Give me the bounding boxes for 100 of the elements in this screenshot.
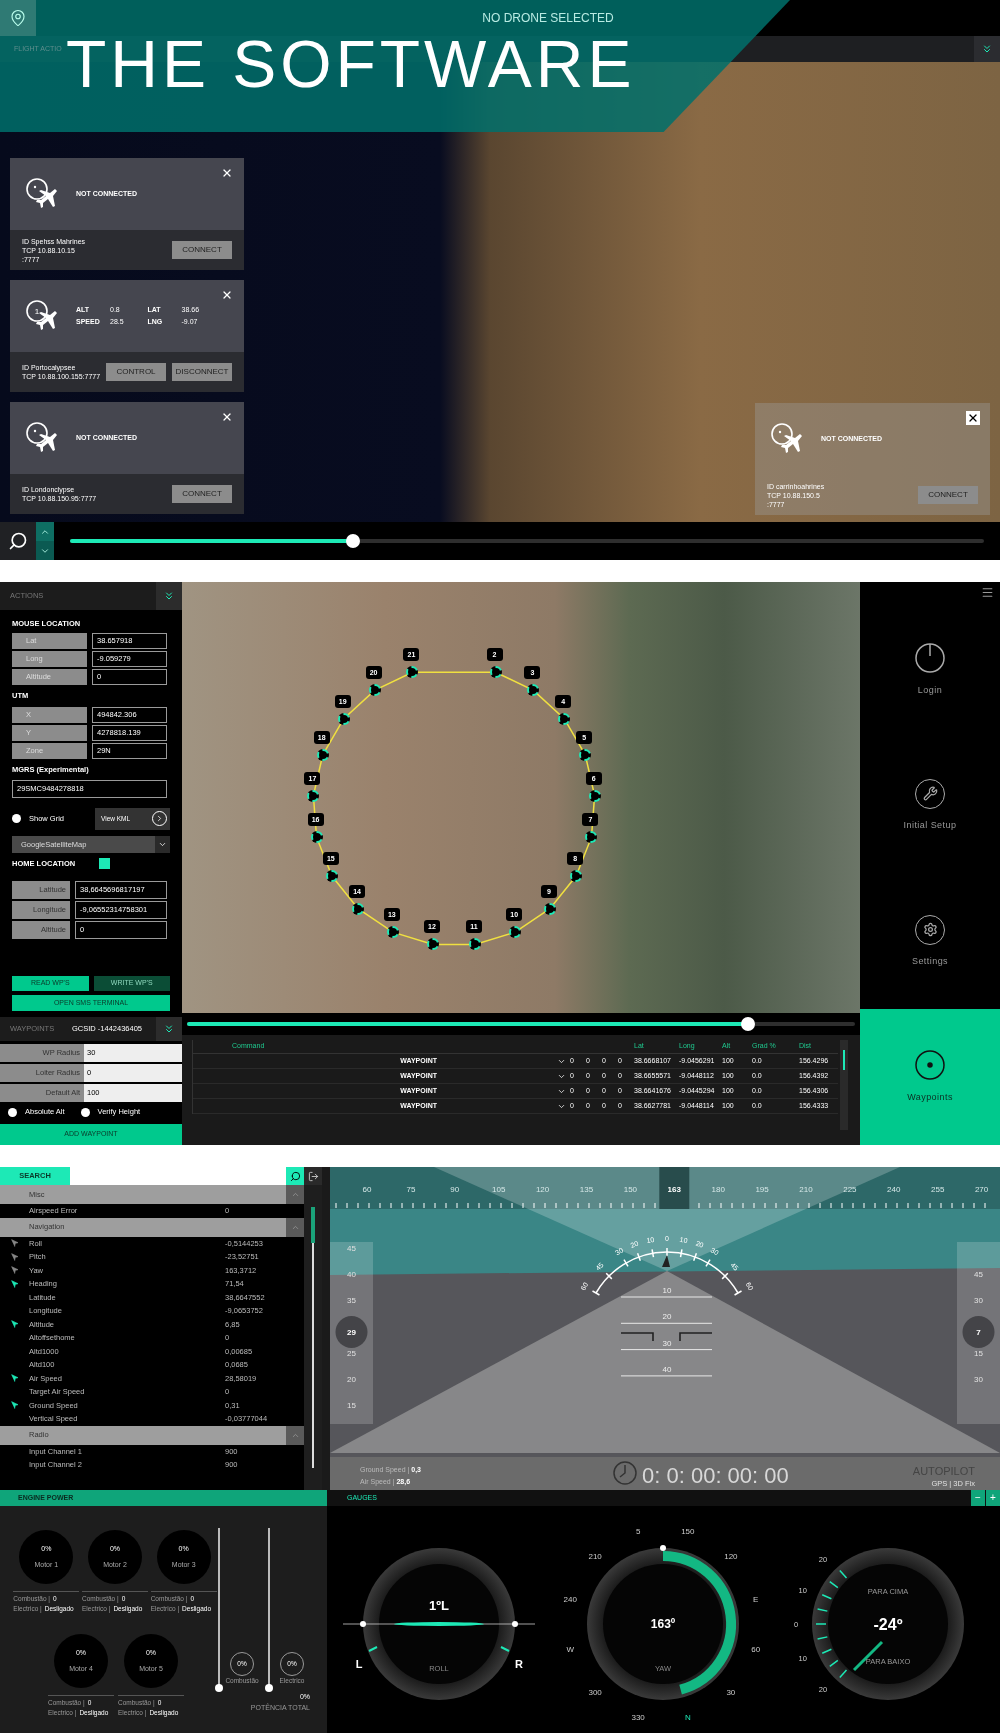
waypoint-marker-icon[interactable]: [579, 748, 592, 761]
gauge-side-label: R: [515, 1658, 524, 1670]
home-checkbox[interactable]: [99, 857, 111, 869]
heading-label: 120: [535, 1185, 550, 1194]
search-field[interactable]: [70, 1167, 286, 1185]
waypoint-marker-icon[interactable]: [509, 926, 522, 939]
compass-label: 150: [681, 1527, 695, 1537]
compass-label: 300: [588, 1687, 603, 1697]
radio-button[interactable]: [8, 1107, 17, 1117]
compass-label: 30: [726, 1687, 736, 1697]
waypoint-marker-icon[interactable]: [316, 748, 329, 761]
pointer-icon: [10, 1374, 19, 1383]
tape-label: 45: [974, 1270, 983, 1279]
heading-label: 240: [887, 1185, 901, 1194]
heading-label: 75: [406, 1185, 416, 1194]
waypoint-marker-icon[interactable]: [352, 902, 365, 915]
search-icon: [8, 531, 28, 551]
waypoint-marker-icon[interactable]: [558, 712, 571, 725]
nav-item[interactable]: Waypoints: [860, 1009, 1000, 1145]
radio-button[interactable]: [12, 814, 21, 824]
power-icon: [914, 642, 946, 675]
search-icon: [289, 1170, 301, 1182]
slider-thumb[interactable]: [346, 534, 361, 548]
compass-label: 240: [564, 1595, 578, 1605]
exit-button[interactable]: [304, 1167, 322, 1185]
pointer-icon: [10, 1401, 19, 1410]
timeline-slider[interactable]: [187, 1017, 855, 1031]
location-button[interactable]: [0, 0, 36, 36]
tape-label: 20: [347, 1375, 356, 1384]
pitch-label: 40: [662, 1364, 672, 1374]
heading-label: 150: [623, 1185, 638, 1194]
tape-label: 30: [974, 1296, 983, 1305]
collapse-button[interactable]: [156, 1017, 182, 1041]
tape-label: 25: [347, 1349, 356, 1358]
tape-label: 15: [347, 1401, 356, 1410]
pitch-label: 20: [662, 1312, 672, 1322]
slider-thumb[interactable]: [741, 1017, 756, 1031]
waypoint-marker-icon[interactable]: [310, 831, 323, 844]
dropdown-caret-icon: [155, 835, 170, 853]
card-button[interactable]: CONTROL: [106, 363, 166, 381]
card-button[interactable]: CONNECT: [172, 485, 232, 503]
slider-thumb[interactable]: [215, 1684, 223, 1692]
pitch-label: 30: [662, 1338, 672, 1348]
collapse-button[interactable]: [156, 582, 182, 610]
pitch-label: 10: [662, 1286, 672, 1295]
compass-label: 330: [631, 1712, 646, 1722]
compass-label: 120: [724, 1552, 739, 1562]
gauge-value: 1ºL: [429, 1598, 450, 1613]
nav-label: Initial Setup: [903, 818, 957, 832]
collapse-button[interactable]: [974, 36, 1000, 62]
search-button[interactable]: [0, 522, 36, 560]
heading-label: 105: [492, 1185, 506, 1194]
search-button[interactable]: [286, 1167, 304, 1185]
waypoint-marker-icon[interactable]: [585, 831, 598, 844]
waypoint-marker-icon[interactable]: [570, 870, 583, 882]
card-button[interactable]: CONNECT: [918, 486, 978, 504]
waypoint-marker-icon[interactable]: [337, 712, 350, 725]
card-button[interactable]: CONNECT: [172, 241, 232, 259]
compass-label: W: [566, 1644, 575, 1654]
waypoint-marker-icon[interactable]: [307, 789, 320, 802]
pointer-icon: [10, 1320, 19, 1329]
current-value-dial: [335, 1316, 368, 1348]
card-button[interactable]: DISCONNECT: [172, 363, 232, 381]
heading-label: 60: [362, 1185, 372, 1194]
heading-label: 210: [799, 1185, 813, 1194]
clock-icon: [613, 1461, 637, 1485]
waypoint-marker-icon[interactable]: [406, 666, 419, 679]
waypoint-marker-icon[interactable]: [386, 926, 399, 939]
waypoint-marker-icon[interactable]: [427, 938, 439, 951]
nav-label: Login: [917, 684, 943, 698]
caret-icon: [286, 1217, 304, 1237]
nav-label: Waypoints: [907, 1091, 953, 1105]
close-icon: [221, 411, 233, 423]
waypoint-marker-icon[interactable]: [368, 684, 381, 697]
waypoint-marker-icon[interactable]: [543, 902, 556, 915]
radio-button[interactable]: [80, 1107, 90, 1117]
nav-label: Settings: [911, 954, 949, 968]
waypoint-marker-icon[interactable]: [469, 938, 481, 951]
tape-label: 45: [347, 1244, 356, 1253]
waypoint-marker-icon[interactable]: [588, 789, 601, 802]
indicator-dot: [660, 1545, 667, 1551]
close-button[interactable]: [966, 411, 980, 425]
close-icon: [221, 289, 233, 301]
heading-label: 135: [579, 1185, 594, 1194]
menu-button[interactable]: [981, 585, 994, 599]
gauge-side-label: L: [355, 1658, 363, 1670]
slider-thumb[interactable]: [265, 1684, 273, 1692]
waypoint-marker-icon[interactable]: [489, 666, 502, 679]
banner-title: THE SOFTWARE: [66, 26, 636, 102]
heading-label: 90: [450, 1185, 460, 1194]
heading-label: 180: [711, 1185, 725, 1194]
exit-icon: [307, 1170, 319, 1182]
waypoint-marker-icon[interactable]: [527, 684, 540, 697]
timeline-slider[interactable]: [70, 534, 984, 548]
status-title: NO DRONE SELECTED: [481, 10, 614, 27]
compass-label: 60: [751, 1644, 761, 1654]
menu-icon: [981, 585, 994, 599]
pin-icon: [9, 9, 27, 27]
waypoint-marker-icon[interactable]: [325, 870, 338, 882]
tape-label: 35: [347, 1296, 356, 1305]
